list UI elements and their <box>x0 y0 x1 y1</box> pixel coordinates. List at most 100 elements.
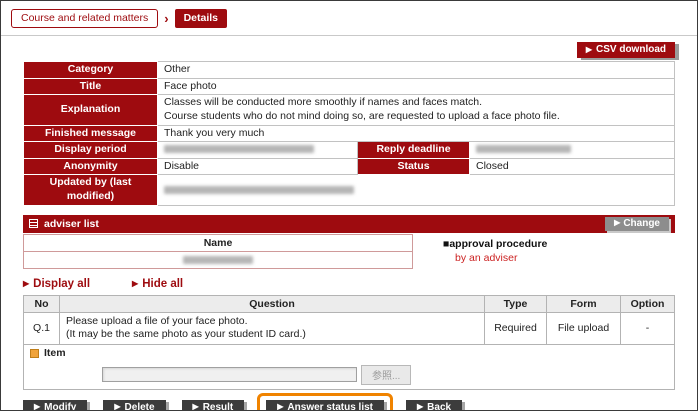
question-option: - <box>621 312 675 344</box>
question-type: Required <box>485 312 547 344</box>
item-label: Item <box>44 347 66 361</box>
question-text: Please upload a file of your face photo.… <box>60 312 485 344</box>
modify-label: Modify <box>44 402 76 411</box>
approval-procedure: ■approval procedure by an adviser <box>443 238 547 269</box>
arrow-icon: ▶ <box>277 403 283 411</box>
question-form: File upload <box>547 312 621 344</box>
updated-by-value <box>158 175 675 205</box>
hide-all-label: Hide all <box>142 278 183 290</box>
breadcrumb-parent-button[interactable]: Course and related matters <box>11 9 158 28</box>
category-value: Other <box>158 62 675 79</box>
redacted-value <box>183 256 253 264</box>
table-row <box>24 251 413 268</box>
expand-links: ▶ Display all ▶ Hide all <box>23 278 675 290</box>
arrow-icon: ▶ <box>614 219 620 227</box>
name-column-header: Name <box>24 234 413 251</box>
table-row: Explanation Classes will be conducted mo… <box>24 95 675 125</box>
adviser-name-cell <box>24 251 413 268</box>
approval-procedure-title: ■approval procedure <box>443 238 547 250</box>
display-period-label: Display period <box>24 142 158 159</box>
anonymity-label: Anonymity <box>24 158 158 175</box>
display-all-link[interactable]: ▶ Display all <box>23 278 90 290</box>
hide-all-link[interactable]: ▶ Hide all <box>132 278 183 290</box>
reply-deadline-label: Reply deadline <box>358 142 470 159</box>
item-cell: Item 参照... <box>24 345 675 390</box>
arrow-icon: ▶ <box>34 403 40 411</box>
table-row: Name <box>24 234 413 251</box>
reply-deadline-value <box>470 142 675 159</box>
result-button[interactable]: ▶ Result <box>182 400 245 411</box>
browse-button: 参照... <box>361 365 411 385</box>
chevron-right-icon: › <box>164 12 168 25</box>
question-line: Please upload a file of your face photo. <box>66 315 478 329</box>
arrow-icon: ▶ <box>23 280 29 288</box>
finished-message-value: Thank you very much <box>158 125 675 142</box>
change-label: Change <box>623 218 660 229</box>
table-row: Anonymity Disable Status Closed <box>24 158 675 175</box>
answer-status-list-label: Answer status list <box>287 402 373 411</box>
annotation-highlight: ▶ Answer status list <box>257 393 393 411</box>
adviser-list-bar: adviser list ▶ Change <box>23 215 675 233</box>
explanation-label: Explanation <box>24 95 158 125</box>
display-all-label: Display all <box>33 278 90 290</box>
col-header-form: Form <box>547 295 621 312</box>
breadcrumb-current-badge: Details <box>175 9 227 28</box>
table-header-row: No Question Type Form Option <box>24 295 675 312</box>
table-row: Title Face photo <box>24 78 675 95</box>
redacted-value <box>164 186 354 194</box>
arrow-icon: ▶ <box>586 46 592 54</box>
question-line: (It may be the same photo as your studen… <box>66 328 478 342</box>
content: ▶ CSV download Category Other Title Face… <box>1 42 697 411</box>
arrow-icon: ▶ <box>132 280 138 288</box>
status-value: Closed <box>470 158 675 175</box>
explanation-value: Classes will be conducted more smoothly … <box>158 95 675 125</box>
display-period-value <box>158 142 358 159</box>
back-label: Back <box>427 402 451 411</box>
question-no: Q.1 <box>24 312 60 344</box>
delete-label: Delete <box>125 402 155 411</box>
anonymity-value: Disable <box>158 158 358 175</box>
file-upload-control: 参照... <box>102 365 668 385</box>
status-label: Status <box>358 158 470 175</box>
col-header-type: Type <box>485 295 547 312</box>
back-button[interactable]: ▶ Back <box>406 400 462 411</box>
delete-button[interactable]: ▶ Delete <box>103 400 165 411</box>
item-row: Item 参照... <box>24 345 675 390</box>
csv-download-button[interactable]: ▶ CSV download <box>577 42 675 58</box>
table-row: Finished message Thank you very much <box>24 125 675 142</box>
arrow-icon: ▶ <box>193 403 199 411</box>
updated-by-label: Updated by (last modified) <box>24 175 158 205</box>
breadcrumb: Course and related matters › Details <box>1 1 697 28</box>
questions-table: No Question Type Form Option Q.1 Please … <box>23 295 675 390</box>
category-label: Category <box>24 62 158 79</box>
adviser-name-table: Name <box>23 234 413 269</box>
result-label: Result <box>203 402 234 411</box>
redacted-value <box>476 145 571 153</box>
arrow-icon: ▶ <box>417 403 423 411</box>
finished-message-label: Finished message <box>24 125 158 142</box>
adviser-list-title: adviser list <box>44 218 605 230</box>
title-label: Title <box>24 78 158 95</box>
redacted-value <box>164 145 314 153</box>
csv-download-label: CSV download <box>596 44 666 55</box>
approval-by-adviser: by an adviser <box>455 252 547 264</box>
modify-button[interactable]: ▶ Modify <box>23 400 87 411</box>
col-header-option: Option <box>621 295 675 312</box>
table-row: Category Other <box>24 62 675 79</box>
item-icon <box>30 349 39 358</box>
col-header-question: Question <box>60 295 485 312</box>
col-header-no: No <box>24 295 60 312</box>
answer-status-list-button[interactable]: ▶ Answer status list <box>266 400 384 411</box>
explanation-line: Classes will be conducted more smoothly … <box>164 96 668 110</box>
page: Course and related matters › Details ▶ C… <box>0 0 698 411</box>
title-value: Face photo <box>158 78 675 95</box>
question-row: Q.1 Please upload a file of your face ph… <box>24 312 675 344</box>
divider <box>1 35 697 36</box>
table-row: Updated by (last modified) <box>24 175 675 205</box>
table-row: Display period Reply deadline <box>24 142 675 159</box>
change-button[interactable]: ▶ Change <box>605 217 669 231</box>
explanation-line: Course students who do not mind doing so… <box>164 110 668 124</box>
action-bar: ▶ Modify ▶ Delete ▶ Result ▶ Answer stat… <box>23 400 675 411</box>
details-table: Category Other Title Face photo Explanat… <box>23 61 675 206</box>
arrow-icon: ▶ <box>114 403 120 411</box>
